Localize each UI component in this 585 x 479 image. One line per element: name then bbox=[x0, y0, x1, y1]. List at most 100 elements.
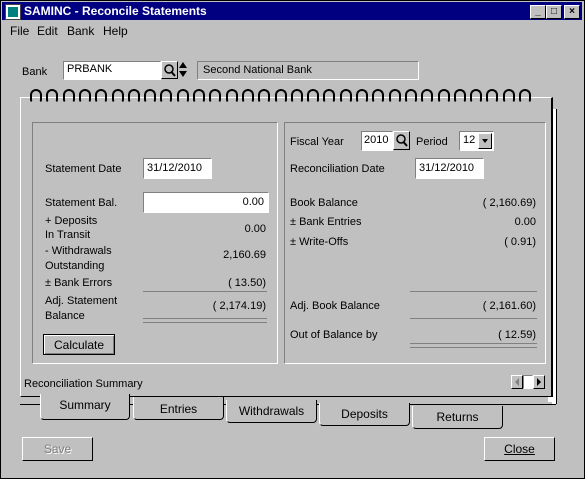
spiral-ring bbox=[176, 89, 189, 103]
period-dropdown-button[interactable] bbox=[478, 133, 492, 149]
spiral-binding bbox=[30, 89, 540, 105]
spiral-ring bbox=[30, 89, 42, 103]
close-button[interactable]: Close bbox=[484, 437, 555, 461]
menu-edit[interactable]: Edit bbox=[37, 24, 58, 38]
up-down-arrows-icon bbox=[179, 62, 187, 77]
bank-navigation-arrows[interactable] bbox=[178, 61, 188, 78]
bank-finder-button[interactable] bbox=[161, 61, 178, 79]
out-of-balance-label: Out of Balance by bbox=[290, 329, 378, 341]
spiral-ring bbox=[388, 89, 401, 103]
app-icon[interactable] bbox=[5, 4, 21, 20]
title-bar[interactable]: SAMINC - Reconcile Statements _ □ × bbox=[2, 2, 582, 20]
maximize-button[interactable]: □ bbox=[546, 5, 562, 19]
bank-code-value: PRBANK bbox=[67, 63, 113, 75]
spiral-ring bbox=[437, 89, 450, 103]
tab-summary[interactable]: Summary bbox=[40, 394, 130, 420]
recon-date-field[interactable]: 31/12/2010 bbox=[415, 158, 484, 179]
spiral-ring bbox=[421, 89, 434, 103]
spiral-ring bbox=[62, 89, 75, 103]
book-balance-label: Book Balance bbox=[290, 197, 358, 209]
bank-name-value: Second National Bank bbox=[203, 64, 312, 76]
page-prev-button[interactable] bbox=[511, 375, 523, 389]
calculate-button[interactable]: Calculate bbox=[43, 334, 115, 355]
deposits-value: 0.00 bbox=[244, 223, 266, 235]
menu-bank[interactable]: Bank bbox=[67, 24, 94, 38]
spiral-ring bbox=[470, 89, 483, 103]
spiral-ring bbox=[519, 89, 531, 103]
period-label: Period bbox=[416, 136, 448, 148]
spiral-ring bbox=[274, 89, 287, 103]
bank-errors-value: ( 13.50) bbox=[228, 277, 266, 289]
bank-entries-value: 0.00 bbox=[514, 216, 536, 228]
spiral-ring bbox=[307, 89, 320, 103]
spiral-ring bbox=[339, 89, 352, 103]
spiral-ring bbox=[160, 89, 173, 103]
spiral-ring bbox=[111, 89, 124, 103]
search-icon bbox=[164, 64, 176, 77]
page-scroller[interactable] bbox=[511, 375, 545, 389]
write-offs-value: ( 0.91) bbox=[504, 236, 536, 248]
period-select[interactable]: 12 bbox=[459, 131, 494, 151]
fiscal-year-field[interactable]: 2010 bbox=[361, 131, 393, 151]
spiral-ring bbox=[144, 89, 157, 103]
deposits-label-line2: In Transit bbox=[45, 229, 91, 241]
statement-bal-field[interactable]: 0.00 bbox=[143, 192, 269, 213]
total-double-line bbox=[410, 343, 537, 348]
tab-returns[interactable]: Returns bbox=[412, 406, 503, 429]
spiral-ring bbox=[225, 89, 238, 103]
spiral-ring bbox=[453, 89, 466, 103]
adj-book-balance-value: ( 2,161.60) bbox=[482, 300, 536, 312]
deposits-label-line1: + Deposits bbox=[45, 215, 98, 227]
adj-statement-label-line1: Adj. Statement bbox=[45, 295, 118, 307]
spiral-ring bbox=[486, 89, 499, 103]
bank-label: Bank bbox=[22, 66, 48, 78]
spiral-ring bbox=[193, 89, 205, 103]
spiral-ring bbox=[241, 89, 254, 103]
withdrawals-label-line1: - Withdrawals bbox=[45, 245, 112, 257]
bank-name-display: Second National Bank bbox=[197, 61, 419, 80]
subtotal-line bbox=[410, 318, 537, 319]
page-next-button[interactable] bbox=[533, 375, 545, 389]
calculate-button-label: Calculate bbox=[53, 338, 105, 352]
spiral-ring bbox=[78, 89, 91, 103]
spiral-ring bbox=[372, 89, 385, 103]
tab-deposits[interactable]: Deposits bbox=[319, 403, 410, 426]
minimize-button[interactable]: _ bbox=[530, 5, 546, 19]
withdrawals-value: 2,160.69 bbox=[223, 249, 266, 261]
save-button[interactable]: Save bbox=[22, 437, 93, 461]
bank-entries-label: ± Bank Entries bbox=[290, 216, 362, 228]
menu-bar: File Edit Bank Help bbox=[2, 22, 582, 40]
out-of-balance-value: ( 12.59) bbox=[498, 329, 536, 341]
tab-entries[interactable]: Entries bbox=[133, 397, 224, 420]
total-double-line bbox=[143, 318, 267, 323]
bank-code-field[interactable]: PRBANK bbox=[63, 61, 161, 80]
book-balance-value: ( 2,160.69) bbox=[482, 197, 536, 209]
chevron-down-icon bbox=[482, 139, 488, 143]
fiscal-year-label: Fiscal Year bbox=[290, 136, 344, 148]
close-window-button[interactable]: × bbox=[564, 5, 580, 19]
spiral-ring bbox=[502, 89, 515, 103]
bank-errors-label: ± Bank Errors bbox=[45, 277, 113, 289]
menu-file[interactable]: File bbox=[10, 24, 29, 38]
subtotal-line bbox=[143, 291, 267, 292]
withdrawals-label-line2: Outstanding bbox=[45, 260, 105, 272]
period-value: 12 bbox=[463, 134, 476, 146]
statement-date-field[interactable]: 31/12/2010 bbox=[143, 158, 212, 179]
tab-returns-label: Returns bbox=[436, 410, 479, 424]
arrow-right-icon bbox=[537, 378, 541, 386]
arrow-left-icon bbox=[515, 378, 519, 386]
statement-bal-value: 0.00 bbox=[242, 196, 264, 208]
search-icon bbox=[396, 134, 408, 147]
statement-bal-label: Statement Bal. bbox=[45, 197, 118, 209]
statement-date-value: 31/12/2010 bbox=[147, 162, 203, 174]
fiscal-year-value: 2010 bbox=[364, 134, 389, 146]
fiscal-year-finder-button[interactable] bbox=[393, 131, 410, 150]
tab-entries-label: Entries bbox=[159, 402, 198, 416]
spiral-ring bbox=[404, 89, 417, 103]
tab-summary-label: Summary bbox=[59, 398, 111, 412]
reconciliation-summary-caption: Reconciliation Summary bbox=[24, 378, 143, 390]
page-scroll-track[interactable] bbox=[523, 375, 533, 389]
tab-withdrawals[interactable]: Withdrawals bbox=[226, 400, 317, 423]
recon-date-value: 31/12/2010 bbox=[419, 162, 475, 174]
menu-help[interactable]: Help bbox=[103, 24, 128, 38]
